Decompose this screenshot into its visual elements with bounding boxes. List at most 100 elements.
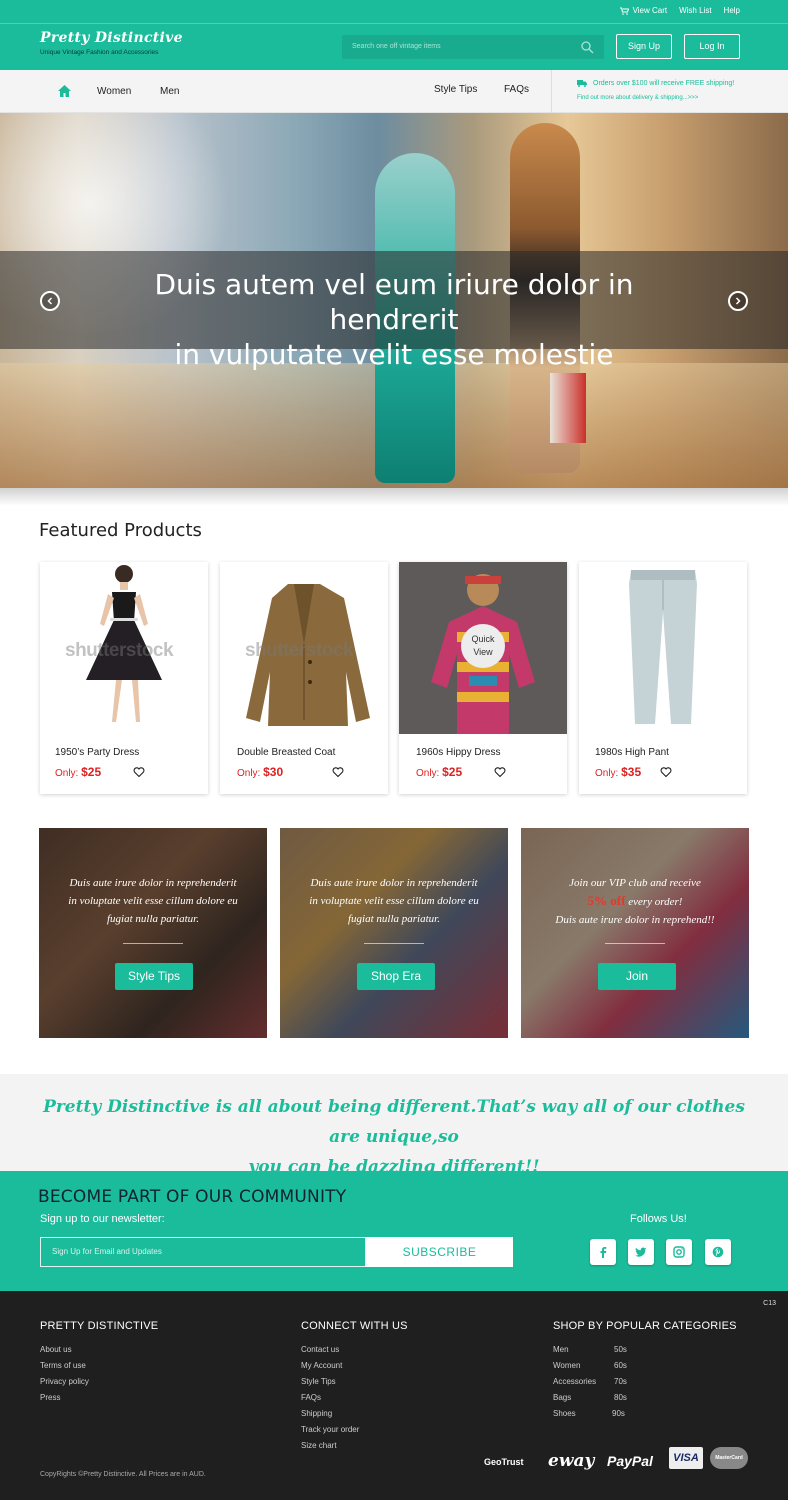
promo-shop-era: Duis aute irure dolor in reprehenderit i…	[280, 828, 508, 1038]
heart-icon[interactable]	[133, 766, 145, 778]
facebook-button[interactable]	[590, 1239, 616, 1265]
eway-logo: eway	[548, 1451, 594, 1471]
join-button[interactable]: Join	[598, 963, 676, 990]
subscribe-button[interactable]: SUBSCRIBE	[366, 1237, 513, 1267]
product-image[interactable]: shutterstock	[220, 562, 388, 734]
search-placeholder: Search one off vintage items	[352, 43, 441, 50]
pinterest-icon	[712, 1246, 724, 1258]
footer-link[interactable]: Contact us	[301, 1345, 339, 1354]
footer-link[interactable]: My Account	[301, 1361, 342, 1370]
featured-title: Featured Products	[39, 520, 202, 541]
promo-divider	[123, 943, 183, 944]
product-card[interactable]: shutterstock 1950’s Party Dress Only: $2…	[40, 562, 208, 794]
help-link[interactable]: Help	[724, 6, 740, 15]
product-card[interactable]: shutterstock Double Breasted Coat Only: …	[220, 562, 388, 794]
hero-shopping-bag-image	[550, 373, 586, 443]
community-heading: BECOME PART OF OUR COMMUNITY	[38, 1187, 347, 1207]
product-price: Only: $25	[416, 765, 462, 779]
search-icon[interactable]	[580, 40, 594, 54]
price-value: $25	[442, 765, 463, 779]
footer-category-link[interactable]: Shoes	[553, 1409, 576, 1418]
product-image[interactable]: shutterstock	[40, 562, 208, 734]
footer-era-link[interactable]: 90s	[612, 1409, 625, 1418]
product-name[interactable]: 1980s High Pant	[595, 747, 669, 758]
footer-category-link[interactable]: Women	[553, 1361, 580, 1370]
quick-view-line2: View	[473, 647, 493, 657]
logo[interactable]: Pretty Distinctive Unique Vintage Fashio…	[40, 30, 183, 56]
footer-heading: CONNECT WITH US	[301, 1320, 408, 1332]
style-tips-button[interactable]: Style Tips	[115, 963, 193, 990]
hero-prev-button[interactable]	[40, 291, 60, 311]
view-cart-label: View Cart	[632, 6, 668, 15]
promo-overlay	[521, 828, 749, 1038]
main-nav: Women Men Style Tips FAQs Orders over $1…	[0, 70, 788, 113]
footer-link[interactable]: Track your order	[301, 1425, 359, 1434]
slogan-section: Pretty Distinctive is all about being di…	[0, 1074, 788, 1177]
follow-us-label: Follows Us!	[630, 1213, 687, 1225]
heart-icon[interactable]	[332, 766, 344, 778]
promo-line: Join our VIP club and receive	[569, 877, 701, 889]
footer-link[interactable]: Style Tips	[301, 1377, 336, 1386]
footer-era-link[interactable]: 70s	[614, 1377, 627, 1386]
shop-era-button[interactable]: Shop Era	[357, 963, 435, 990]
product-price: Only: $25	[55, 765, 101, 779]
quick-view-button[interactable]: Quick View	[461, 624, 505, 668]
visa-label: VISA	[673, 1452, 699, 1464]
footer-link[interactable]: Terms of use	[40, 1361, 86, 1370]
hero-caption: Duis autem vel eum iriure dolor in hendr…	[90, 267, 698, 372]
chevron-right-icon	[735, 297, 741, 305]
footer-category-link[interactable]: Bags	[553, 1393, 571, 1402]
nav-item-women[interactable]: Women	[97, 86, 131, 97]
footer-link[interactable]: About us	[40, 1345, 72, 1354]
nav-item-style-tips[interactable]: Style Tips	[434, 84, 477, 95]
product-image[interactable]	[579, 562, 747, 734]
nav-item-men[interactable]: Men	[160, 86, 179, 97]
hero-next-button[interactable]	[728, 291, 748, 311]
cart-icon	[619, 7, 629, 15]
geotrust-logo: GeoTrust	[484, 1457, 524, 1467]
shipping-notice: Orders over $100 will receive FREE shipp…	[577, 80, 734, 87]
footer-link[interactable]: FAQs	[301, 1393, 321, 1402]
view-cart-link[interactable]: View Cart	[619, 6, 668, 15]
watermark: shutterstock	[65, 640, 174, 661]
high-pant-image	[629, 570, 697, 724]
instagram-button[interactable]	[666, 1239, 692, 1265]
email-field[interactable]: Sign Up for Email and Updates	[40, 1237, 366, 1267]
pinterest-button[interactable]	[705, 1239, 731, 1265]
shipping-link[interactable]: Find out more about delivery & shipping.…	[577, 95, 698, 101]
signup-button[interactable]: Sign Up	[616, 34, 672, 59]
product-card[interactable]: 1980s High Pant Only: $35	[579, 562, 747, 794]
hero-shadow	[0, 488, 788, 506]
wish-list-link[interactable]: Wish List	[679, 6, 711, 15]
facebook-icon	[600, 1247, 607, 1258]
footer-category-link[interactable]: Accessories	[553, 1377, 596, 1386]
home-icon[interactable]	[58, 85, 71, 97]
product-name[interactable]: Double Breasted Coat	[237, 747, 335, 758]
product-card[interactable]: Quick View 1960s Hippy Dress Only: $25	[399, 562, 567, 794]
login-button[interactable]: Log In	[684, 34, 740, 59]
hero-caption-line1: Duis autem vel eum iriure dolor in hendr…	[154, 268, 634, 336]
footer-era-link[interactable]: 50s	[614, 1345, 627, 1354]
product-price: Only: $35	[595, 765, 641, 779]
footer-link[interactable]: Press	[40, 1393, 60, 1402]
promo-line: fugiat nulla pariatur.	[107, 913, 199, 925]
footer-era-link[interactable]: 60s	[614, 1361, 627, 1370]
footer-link[interactable]: Shipping	[301, 1409, 332, 1418]
product-name[interactable]: 1950’s Party Dress	[55, 747, 139, 758]
product-image[interactable]: Quick View	[399, 562, 567, 734]
twitter-button[interactable]	[628, 1239, 654, 1265]
product-name[interactable]: 1960s Hippy Dress	[416, 747, 500, 758]
twitter-icon	[635, 1247, 647, 1257]
footer-link[interactable]: Privacy policy	[40, 1377, 89, 1386]
search-input[interactable]: Search one off vintage items	[342, 35, 604, 59]
heart-icon[interactable]	[660, 766, 672, 778]
heart-icon[interactable]	[494, 766, 506, 778]
nav-item-faqs[interactable]: FAQs	[504, 84, 529, 95]
footer-category-link[interactable]: Men	[553, 1345, 569, 1354]
watermark: shutterstock	[245, 640, 354, 661]
footer-link[interactable]: Size chart	[301, 1441, 337, 1450]
chevron-left-icon	[47, 297, 53, 305]
product-price: Only: $30	[237, 765, 283, 779]
price-prefix: Only:	[237, 768, 261, 779]
footer-era-link[interactable]: 80s	[614, 1393, 627, 1402]
